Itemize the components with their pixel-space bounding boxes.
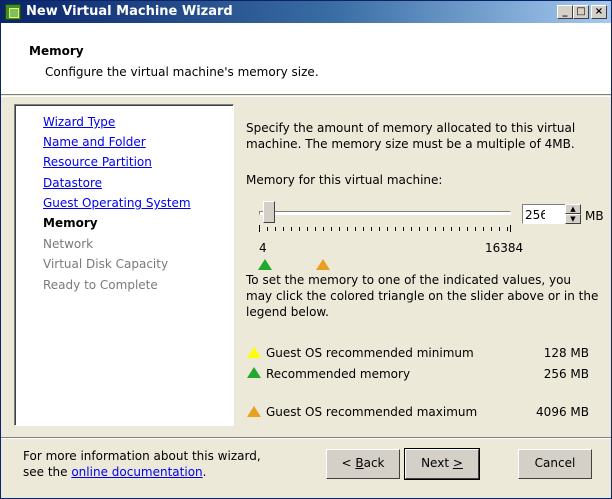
back-hotkey: B [355,456,364,470]
memory-label: Memory for this virtual machine: [246,173,443,187]
memory-size-input[interactable] [522,204,566,224]
step-guest-os[interactable]: Guest Operating System [43,196,191,210]
step-resource-partition[interactable]: Resource Partition [43,155,152,169]
legend-recommended-label: Recommended memory [266,367,411,381]
legend-minimum-value: 128 MB [543,346,589,360]
legend-maximum-label: Guest OS recommended maximum [266,405,478,419]
memory-slider-thumb[interactable] [262,201,275,223]
slider-ticks [259,227,511,231]
recommended-memory-marker[interactable] [258,259,272,270]
legend-recommended-value: 256 MB [543,367,589,381]
spin-up-arrow-icon[interactable]: ▲ [565,204,581,214]
next-hotkey: > [452,456,463,470]
page-subtitle: Configure the virtual machine's memory s… [45,65,319,79]
maximum-legend-triangle-icon[interactable] [247,406,261,417]
intro-line-1: Specify the amount of memory allocated t… [246,121,576,135]
step-ready-to-complete: Ready to Complete [43,278,158,292]
next-label-prefix: Next [421,456,453,470]
legend-minimum-label: Guest OS recommended minimum [266,346,474,360]
step-name-and-folder[interactable]: Name and Folder [43,135,146,149]
memory-slider-track[interactable] [259,211,511,215]
footer-line-1: For more information about this wizard, [23,449,261,463]
slider-min-label: 4 [259,241,267,255]
hint-line-2: may click the colored triangle on the sl… [246,289,599,303]
minimize-button[interactable]: _ [557,5,573,19]
window-title: New Virtual Machine Wizard [26,4,233,19]
slider-tick-max [510,225,511,232]
back-button[interactable]: < Back [326,449,400,479]
footer-divider [1,437,611,439]
footer-line-2-suffix: . [202,465,207,479]
hint-line-3: legend below. [246,305,329,319]
step-memory-current: Memory [43,216,98,230]
memory-unit-label: MB [585,209,604,223]
footer-help-text: For more information about this wizard, … [23,448,261,480]
maximize-button[interactable]: □ [573,5,589,19]
recommended-maximum-marker[interactable] [316,259,330,270]
page-title: Memory [29,44,84,58]
header-divider [1,96,611,97]
hint-line-1: To set the memory to one of the indicate… [246,273,572,287]
wizard-window: New Virtual Machine Wizard _ □ × Memory … [0,0,612,499]
cancel-button[interactable]: Cancel [518,449,592,479]
online-documentation-link[interactable]: online documentation [71,465,202,479]
minimum-legend-triangle-icon[interactable] [247,347,261,358]
vm-wizard-icon [5,4,21,20]
slider-max-label: 16384 [485,241,524,255]
step-network: Network [43,237,94,251]
footer-line-2: see the online documentation. [23,464,261,480]
step-wizard-type[interactable]: Wizard Type [43,115,115,129]
footer-line-2-prefix: see the [23,465,72,479]
close-button[interactable]: × [591,5,607,19]
back-label-suffix: ack [363,456,385,470]
wizard-header: Memory Configure the virtual machine's m… [1,23,611,95]
next-button[interactable]: Next > [404,448,480,480]
wizard-steps-panel: Wizard Type Name and Folder Resource Par… [14,104,234,426]
title-bar[interactable]: New Virtual Machine Wizard _ □ × [1,1,611,23]
legend-maximum-value: 4096 MB [536,405,589,419]
slider-tick-min [259,225,260,232]
intro-line-2: machine. The memory size must be a multi… [246,137,575,151]
recommended-legend-triangle-icon[interactable] [247,367,261,378]
step-datastore[interactable]: Datastore [43,176,102,190]
step-virtual-disk-capacity: Virtual Disk Capacity [43,257,169,271]
spin-down-arrow-icon[interactable]: ▼ [565,214,581,224]
